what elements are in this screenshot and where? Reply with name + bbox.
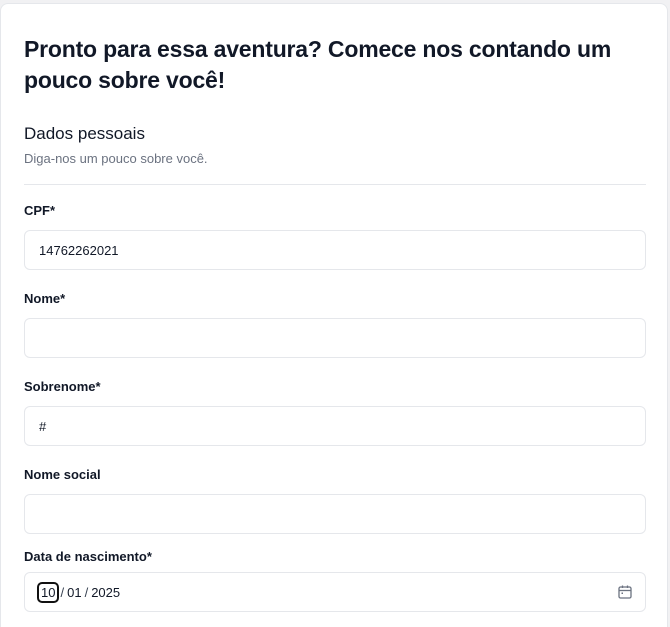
date-separator: / xyxy=(60,584,65,600)
nome-label: Nome* xyxy=(24,291,66,306)
date-day-segment[interactable]: 10 xyxy=(37,581,60,603)
date-separator: / xyxy=(84,584,89,600)
sobrenome-value: # xyxy=(39,418,47,434)
form-card: Pronto para essa aventura? Comece nos co… xyxy=(0,3,668,627)
data-nascimento-field[interactable]: 10 / 01 / 2025 xyxy=(24,572,646,612)
nome-social-label: Nome social xyxy=(24,467,101,482)
calendar-icon[interactable] xyxy=(617,584,633,600)
sobrenome-field[interactable]: # xyxy=(24,406,646,446)
section-subtitle: Diga-nos um pouco sobre você. xyxy=(24,151,208,166)
cpf-value: 14762262021 xyxy=(39,242,119,258)
date-year-segment[interactable]: 2025 xyxy=(91,585,120,600)
page-title: Pronto para essa aventura? Comece nos co… xyxy=(24,36,612,93)
section-title: Dados pessoais xyxy=(24,124,145,143)
cpf-label: CPF* xyxy=(24,203,56,218)
data-nascimento-label: Data de nascimento* xyxy=(24,549,152,564)
date-month-segment[interactable]: 01 xyxy=(67,585,81,600)
nome-social-field[interactable] xyxy=(24,494,646,534)
nome-field[interactable] xyxy=(24,318,646,358)
sobrenome-label: Sobrenome* xyxy=(24,379,101,394)
section-divider xyxy=(24,184,646,185)
cpf-field[interactable]: 14762262021 xyxy=(24,230,646,270)
